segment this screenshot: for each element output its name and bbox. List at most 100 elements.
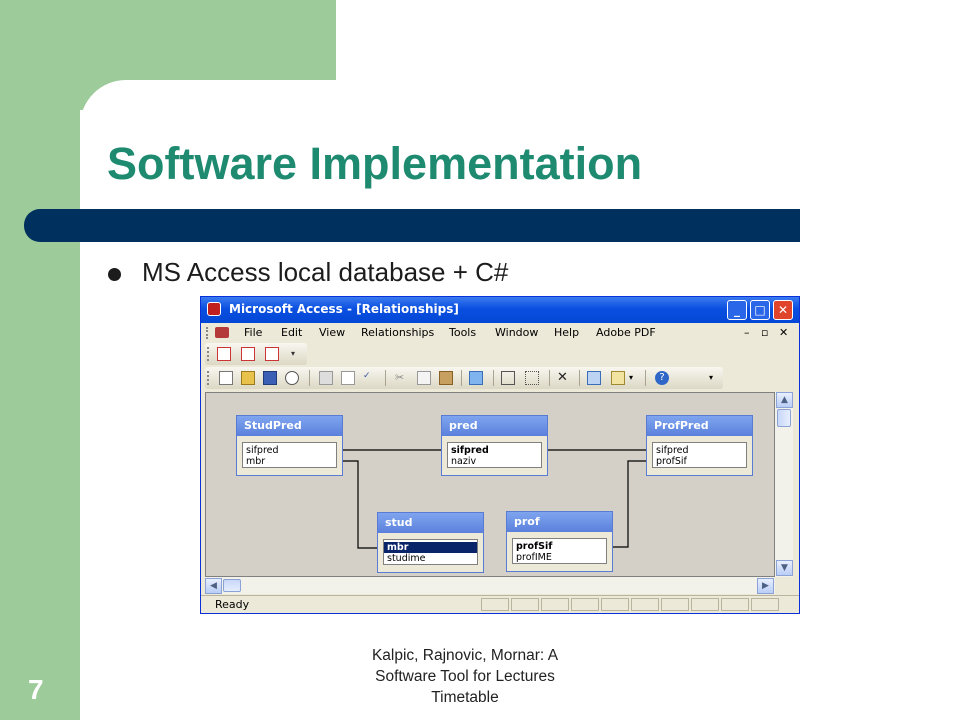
field-item[interactable]: sifpred: [656, 445, 746, 456]
copy-icon[interactable]: [417, 371, 431, 385]
status-panel: [481, 598, 509, 611]
access-doc-icon[interactable]: [215, 327, 229, 338]
show-direct-icon[interactable]: [501, 371, 515, 385]
scroll-down-icon[interactable]: ▼: [776, 560, 793, 576]
bullet-dot: [108, 268, 121, 281]
menu-help[interactable]: Help: [554, 326, 579, 339]
toolbar-options-icon[interactable]: ▾: [709, 373, 723, 387]
status-panel: [601, 598, 629, 611]
table-studpred[interactable]: StudPred sifpred mbr: [236, 415, 343, 476]
menu-bar: File Edit View Relationships Tools Windo…: [201, 323, 799, 343]
page-number: 7: [28, 674, 44, 705]
title-underline-bar: [24, 209, 800, 242]
selected-key-field-item[interactable]: mbr: [384, 542, 477, 553]
table-prof[interactable]: prof profSif profIME: [506, 511, 613, 572]
print-icon[interactable]: [319, 371, 333, 385]
pdf-toolbar: ▾: [205, 343, 307, 365]
table-profpred[interactable]: ProfPred sifpred profSif: [646, 415, 753, 476]
table-title: ProfPred: [647, 416, 752, 436]
mdi-minimize-icon[interactable]: –: [744, 326, 750, 339]
menu-window[interactable]: Window: [495, 326, 538, 339]
status-panel: [751, 598, 779, 611]
table-title: pred: [442, 416, 547, 436]
spelling-icon[interactable]: ✓: [363, 371, 377, 385]
status-panel: [571, 598, 599, 611]
paste-icon[interactable]: [439, 371, 453, 385]
horizontal-scroll-thumb[interactable]: [223, 579, 241, 592]
footer-line: Timetable: [431, 689, 499, 706]
menu-tools[interactable]: Tools: [449, 326, 476, 339]
new-object-icon[interactable]: [611, 371, 625, 385]
status-panel: [511, 598, 539, 611]
new-icon[interactable]: [219, 371, 233, 385]
toolbar-grip-icon[interactable]: [207, 347, 212, 361]
table-title: prof: [507, 512, 612, 532]
key-field-item[interactable]: profSif: [516, 541, 606, 552]
close-button[interactable]: ✕: [773, 300, 793, 320]
scroll-left-icon[interactable]: ◀: [205, 578, 222, 594]
toolbar-separator: [645, 370, 646, 386]
field-item[interactable]: naziv: [451, 456, 541, 467]
menu-edit[interactable]: Edit: [281, 326, 302, 339]
access-window: Microsoft Access - [Relationships] _ □ ✕…: [200, 296, 800, 614]
menu-adobe-pdf[interactable]: Adobe PDF: [596, 326, 656, 339]
scroll-right-icon[interactable]: ▶: [757, 578, 774, 594]
new-object-dropdown-icon[interactable]: ▾: [629, 373, 643, 387]
field-item[interactable]: sifpred: [246, 445, 336, 456]
delete-icon[interactable]: ✕: [557, 371, 571, 385]
database-window-icon[interactable]: [587, 371, 601, 385]
field-item[interactable]: profIME: [516, 552, 606, 563]
pdf-review-icon[interactable]: [265, 347, 279, 361]
menu-view[interactable]: View: [319, 326, 345, 339]
menu-relationships[interactable]: Relationships: [361, 326, 434, 339]
menu-grip-icon[interactable]: [206, 327, 212, 339]
slide-title: Software Implementation: [107, 138, 643, 189]
footer-line: Kalpic, Rajnovic, Mornar: A: [371, 647, 559, 664]
window-title: Microsoft Access - [Relationships]: [229, 302, 459, 316]
field-list: sifpred mbr: [242, 442, 337, 468]
show-all-icon[interactable]: [525, 371, 539, 385]
table-stud[interactable]: stud mbr studime: [377, 512, 484, 573]
status-panel: [691, 598, 719, 611]
convert-to-pdf-icon[interactable]: [217, 347, 231, 361]
field-item[interactable]: studime: [387, 553, 477, 564]
footer-line: Software Tool for Lectures: [375, 668, 555, 685]
open-icon[interactable]: [241, 371, 255, 385]
toolbar-separator: [309, 370, 310, 386]
minimize-button[interactable]: _: [727, 300, 747, 320]
mdi-close-icon[interactable]: ✕: [779, 326, 788, 339]
relationships-canvas[interactable]: StudPred sifpred mbr pred sifpred naziv …: [205, 392, 775, 577]
toolbar-options-icon[interactable]: ▾: [291, 349, 301, 359]
scroll-up-icon[interactable]: ▲: [776, 392, 793, 408]
mdi-restore-icon[interactable]: ▫: [761, 326, 768, 339]
table-pred[interactable]: pred sifpred naziv: [441, 415, 548, 476]
vertical-scrollbar[interactable]: ▲ ▼: [775, 392, 793, 577]
key-field-item[interactable]: sifpred: [451, 445, 541, 456]
status-panel: [661, 598, 689, 611]
horizontal-scrollbar[interactable]: ◀ ▶: [205, 577, 775, 594]
menu-file[interactable]: File: [244, 326, 262, 339]
field-item[interactable]: profSif: [656, 456, 746, 467]
field-list: sifpred profSif: [652, 442, 747, 468]
bullet-text: MS Access local database + C#: [142, 257, 509, 287]
table-title: stud: [378, 513, 483, 533]
vertical-scroll-thumb[interactable]: [777, 409, 791, 427]
toolbar-separator: [579, 370, 580, 386]
status-bar: Ready: [201, 595, 799, 613]
status-panel: [541, 598, 569, 611]
field-item[interactable]: mbr: [246, 456, 336, 467]
help-icon[interactable]: ?: [655, 371, 669, 385]
preview-icon[interactable]: [341, 371, 355, 385]
status-panel: [721, 598, 749, 611]
standard-toolbar: ✓ ✂ ✕ ▾ ? ▾: [205, 367, 723, 389]
field-list: mbr studime: [383, 539, 478, 565]
window-titlebar[interactable]: Microsoft Access - [Relationships] _ □ ✕: [201, 297, 799, 323]
pdf-email-icon[interactable]: [241, 347, 255, 361]
show-table-icon[interactable]: [469, 371, 483, 385]
access-app-icon[interactable]: [207, 302, 221, 316]
cut-icon[interactable]: ✂: [395, 371, 409, 385]
save-icon[interactable]: [263, 371, 277, 385]
maximize-button[interactable]: □: [750, 300, 770, 320]
print-preview-icon[interactable]: [285, 371, 299, 385]
toolbar-grip-icon[interactable]: [207, 371, 212, 385]
